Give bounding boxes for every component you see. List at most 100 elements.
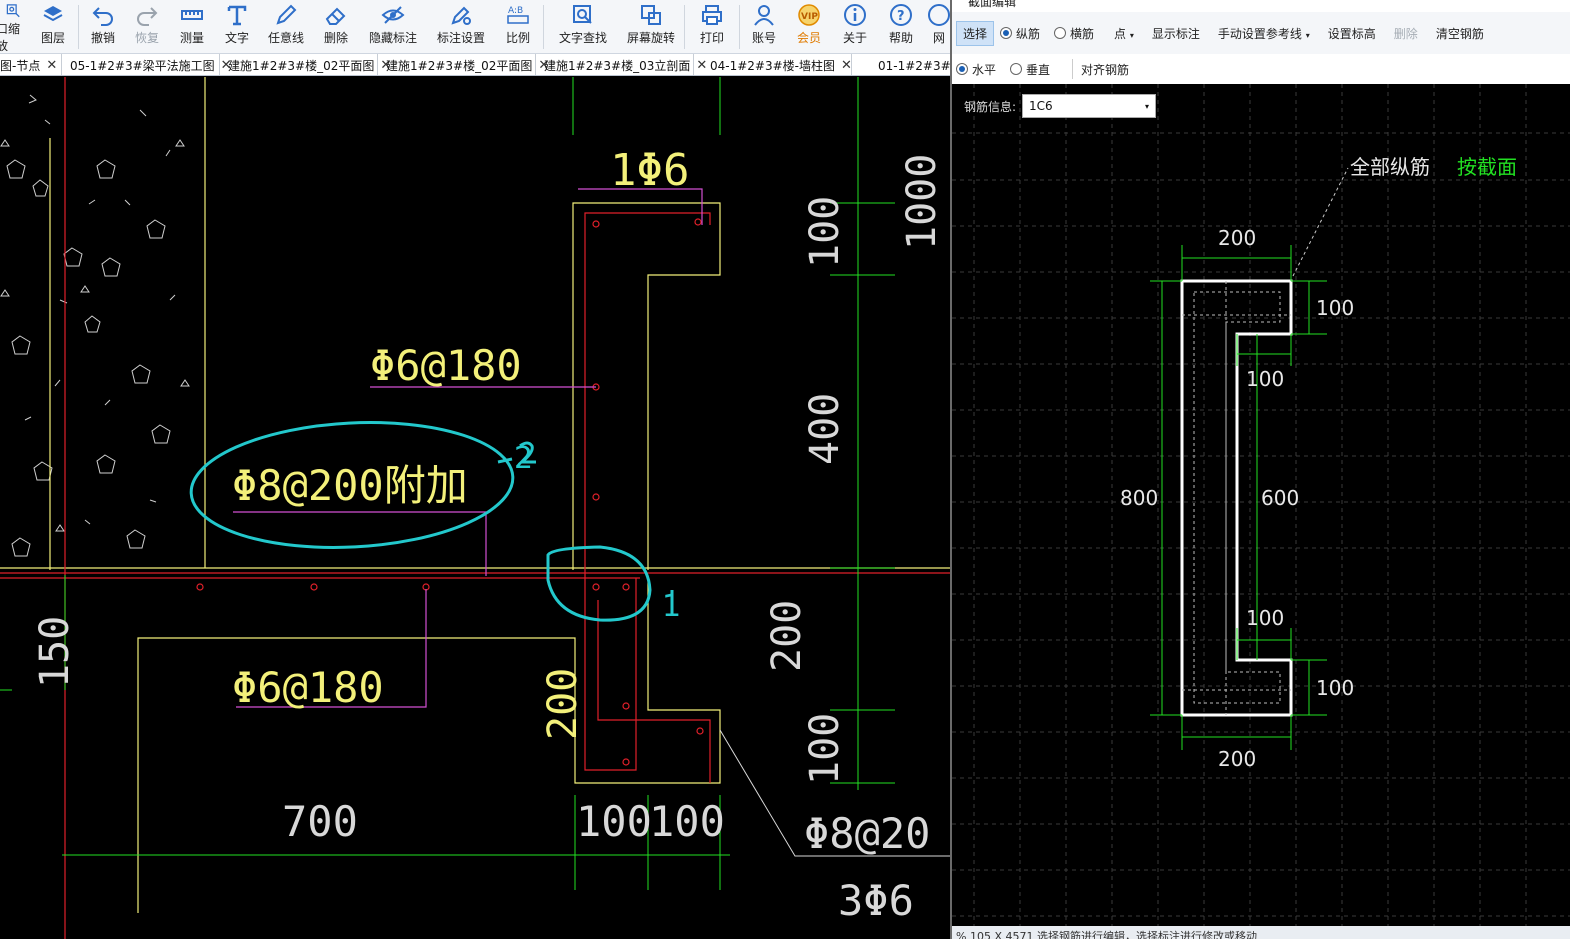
layers-label: 图层 [40,31,65,45]
dim-100-top-label: 100 [802,196,848,268]
vertical-radio[interactable]: 垂直 [1010,61,1050,78]
set-elevation-button[interactable]: 设置标高 [1322,22,1382,45]
tab-floor-plan-b[interactable]: 建施1#2#3#楼_02平面图 ✕ [378,54,549,75]
delete-rebar-button[interactable]: 删除 [1388,22,1424,45]
annotation-settings-label: 标注设置 [436,31,485,45]
layers-icon [43,6,63,22]
web-icon [928,4,950,26]
delete-button[interactable]: 删除 [313,0,359,54]
horizontal-label: 水平 [972,62,997,77]
clear-rebar-button[interactable]: 清空钢筋 [1430,22,1490,45]
horizontal-radio[interactable]: 水平 [956,61,996,78]
account-label: 账号 [751,31,776,45]
longitudinal-radio[interactable]: 纵筋 [1000,25,1040,42]
section-labels: 全部纵筋 200 200 800 100 100 600 100 100 [1120,155,1430,771]
section-inner-height-label: 600 [1261,486,1299,510]
dim-100-a-label: 100 [576,797,652,846]
svg-text:VIP: VIP [801,12,818,22]
rebar-info-row: 钢筋信息: 1C6 ▾ [964,94,1157,118]
top-rebar-label: 1Φ6 [610,145,689,196]
undo-button[interactable]: 撤销 [81,0,125,54]
redo-button[interactable]: 恢复 [125,0,169,54]
section-svg[interactable]: 全部纵筋 200 200 800 100 100 600 100 100 按截面 [952,84,1570,926]
vertical-label: 垂直 [1026,62,1051,77]
rotate-screen-button[interactable]: 屏幕旋转 [620,0,682,54]
close-icon[interactable]: ✕ [841,58,852,73]
text-button[interactable]: 文字 [215,0,259,54]
dim-150-label: 150 [32,616,78,688]
freeline-label: 任意线 [267,31,304,45]
transverse-radio[interactable]: 横筋 [1054,25,1094,42]
section-bottom-width-label: 200 [1218,747,1256,771]
tab-floor-plan-a[interactable]: 建施1#2#3#楼_02平面图 ✕ [220,54,391,75]
all-longitudinal-label: 全部纵筋 [1350,155,1430,179]
zoom-icon [6,4,20,18]
distribution-rebar-upper-label: Φ6@180 [370,341,522,390]
annotation-settings-icon [451,6,471,25]
tab-label: 04-1#2#3#楼-墙柱图 [710,58,835,73]
align-rebar-button[interactable]: 对齐钢筋 [1081,61,1129,78]
account-button[interactable]: 账号 [742,0,786,54]
scale-button[interactable]: A:B 比例 [495,0,541,54]
about-button[interactable]: 关于 [832,0,878,54]
print-label: 打印 [699,31,724,45]
rotate-screen-label: 屏幕旋转 [626,31,675,45]
dim-1000-label: 1000 [899,154,945,250]
delete-label: 删除 [323,31,348,45]
section-canvas[interactable]: 全部纵筋 200 200 800 100 100 600 100 100 按截面 [952,84,1570,926]
rebar-info-select[interactable]: 1C6 ▾ [1022,94,1157,118]
dim-700-label: 700 [282,797,358,846]
close-icon[interactable]: ✕ [46,58,57,73]
info-icon [844,4,866,26]
zoom-button[interactable]: 口缩放 [0,0,30,54]
tab-wall-column[interactable]: 04-1#2#3#楼-墙柱图 ✕ [694,54,852,75]
bottom-rebar-label: 3Φ6 [838,876,914,925]
print-icon [702,5,722,25]
tab-more[interactable]: 01-1#2#3#楼... [852,54,950,75]
text-search-button[interactable]: 文字查找 [546,0,620,54]
tab-label: 建施1#2#3#楼_02平面图 [228,58,375,73]
status-bar: % 105 X 4571 选择钢筋进行编辑，选择标注进行修改或移动 [952,926,1570,939]
section-inner-top-label: 100 [1246,367,1284,391]
tab-label: 01-1#2#3#楼... [878,58,950,73]
point-dropdown[interactable]: 点 ▾ [1108,22,1140,45]
redo-icon [137,7,158,26]
web-label: 网 [932,31,945,45]
document-tabs: 图-节点 ✕ 05-1#2#3#梁平法施工图 ✕ 建施1#2#3#楼_02平面图 ✕ … [0,54,950,76]
help-button[interactable]: ? 帮助 [878,0,924,54]
pen-icon [276,4,297,25]
eraser-icon [325,7,346,25]
show-annotation-button[interactable]: 显示标注 [1146,22,1206,45]
tab-node[interactable]: 图-节点 ✕ [0,54,62,75]
annotation-mark-2-text: 2 [514,441,533,476]
radio-dot [956,63,968,75]
annotation-settings-button[interactable]: 标注设置 [427,0,495,54]
tab-elevation[interactable]: 建施1#2#3#楼_03立剖面 ✕ [536,54,707,75]
vip-button[interactable]: VIP 会员 [786,0,832,54]
scale-icon: A:B [507,6,529,24]
undo-icon [92,7,113,26]
text-label: 文字 [224,31,249,45]
annotation-mark-1-text: 1 [662,589,681,624]
section-inner-bottom-label: 100 [1246,606,1284,630]
help-label: 帮助 [888,31,913,45]
measure-button[interactable]: 测量 [169,0,215,54]
about-label: 关于 [842,31,867,45]
tab-label: 建施1#2#3#楼_03立剖面 [544,58,691,73]
zoom-label: 口缩放 [0,22,21,53]
manual-ref-line-dropdown[interactable]: 手动设置参考线 ▾ [1212,22,1316,45]
select-button[interactable]: 选择 [956,20,995,46]
text-icon [227,5,247,26]
freeline-button[interactable]: 任意线 [259,0,313,54]
cad-drawing-svg[interactable]: 1Φ6 Φ6@180 Φ8@200附加 Φ6@180 1000 100 400 … [0,77,950,939]
measure-icon [181,10,203,20]
leader-lines [233,188,703,708]
tab-beam-plan[interactable]: 05-1#2#3#梁平法施工图 ✕ [62,54,232,75]
cad-drawing-canvas[interactable]: 1Φ6 Φ6@180 Φ8@200附加 Φ6@180 1000 100 400 … [0,77,950,939]
by-section-label[interactable]: 按截面 [1457,155,1517,179]
dim-100-bottom-label: 100 [802,713,848,785]
layers-button[interactable]: 图层 [30,0,76,54]
manual-ref-label: 手动设置参考线 [1217,26,1302,41]
print-button[interactable]: 打印 [687,0,737,54]
hide-annotation-button[interactable]: 隐藏标注 [359,0,427,54]
